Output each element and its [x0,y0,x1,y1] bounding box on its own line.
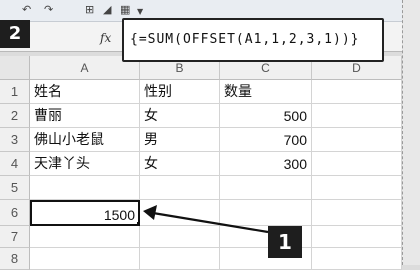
callout-badge-2: 2 [0,20,30,48]
callout-badge-1: 1 [268,226,302,258]
formula-input[interactable]: {=SUM(OFFSET(A1,1,2,3,1))} [122,18,384,62]
arrow-line [152,211,269,234]
arrow-head [143,205,157,220]
